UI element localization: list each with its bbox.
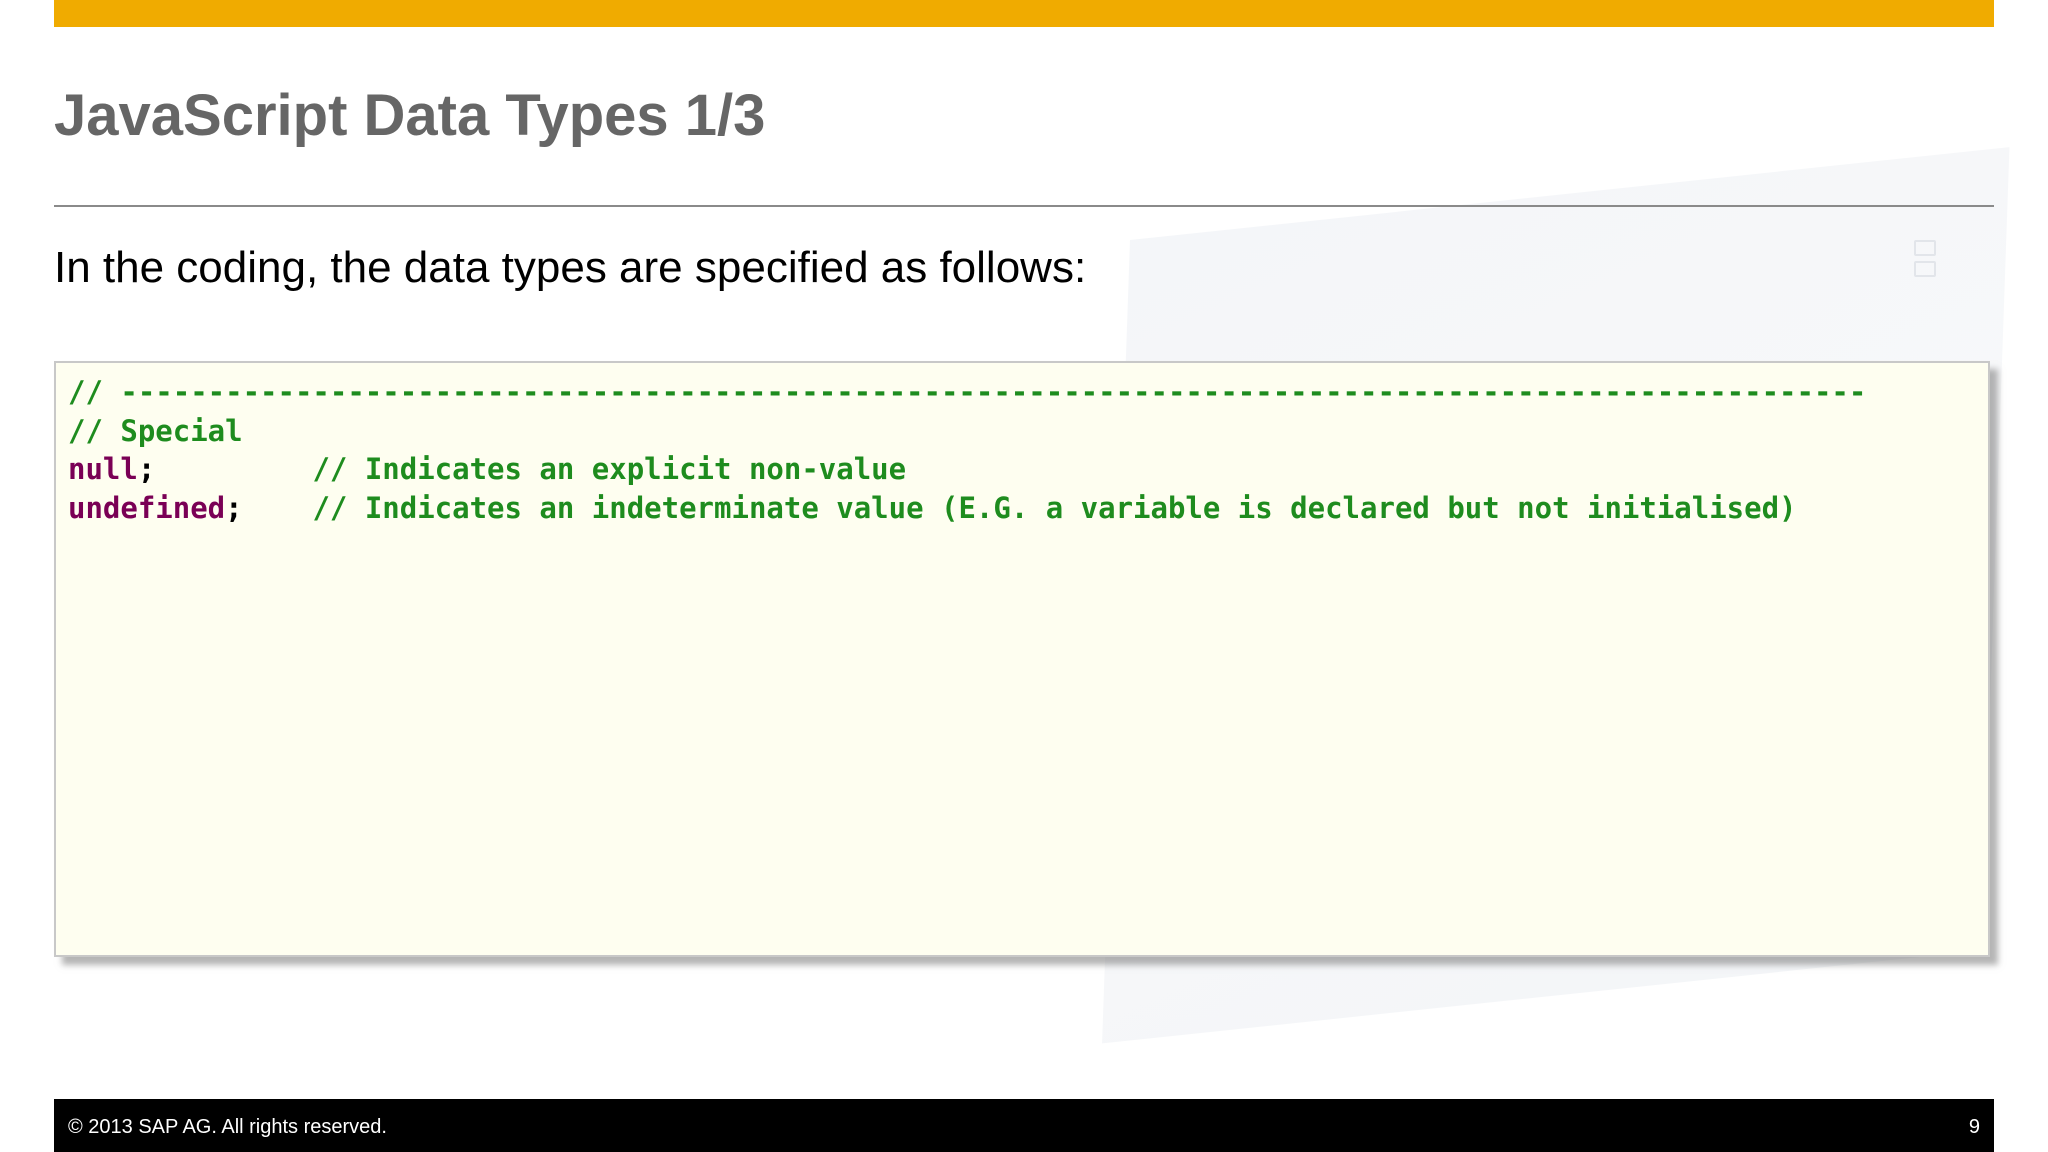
code-token-keyword: undefined	[68, 490, 226, 525]
code-token-comment: // Indicates an explicit non-value	[312, 452, 907, 486]
maximize-icon	[1914, 261, 1936, 277]
code-token-plain: ;	[137, 452, 313, 486]
page-number: 9	[1968, 1116, 1980, 1138]
intro-text: In the coding, the data types are specif…	[54, 243, 1087, 292]
code-token-comment: // Indicates an indeterminate value (E.G…	[312, 490, 1797, 525]
code-lines: // -------------------------------------…	[68, 373, 1866, 527]
code-line: null; // Indicates an explicit non-value	[68, 450, 1866, 489]
code-line: // Special	[68, 412, 1866, 451]
title-divider	[54, 205, 1994, 207]
code-token-plain: ;	[225, 490, 313, 525]
code-token-comment: // -------------------------------------…	[68, 375, 1867, 409]
code-line: undefined; // Indicates an indeterminate…	[68, 489, 1866, 528]
slide-title: JavaScript Data Types 1/3	[54, 83, 766, 148]
slide: JavaScript Data Types 1/3 In the coding,…	[0, 0, 2048, 1152]
code-token-comment: // Special	[68, 413, 243, 448]
code-block: // -------------------------------------…	[54, 361, 1990, 957]
accent-bar	[54, 0, 1994, 27]
footer: © 2013 SAP AG. All rights reserved. 9	[54, 1099, 1994, 1152]
background-window-controls	[1900, 240, 1960, 277]
code-line: // -------------------------------------…	[68, 373, 1866, 412]
footer-copyright: © 2013 SAP AG. All rights reserved.	[68, 1116, 387, 1138]
code-token-keyword: null	[68, 452, 138, 486]
minimize-icon	[1914, 240, 1936, 256]
